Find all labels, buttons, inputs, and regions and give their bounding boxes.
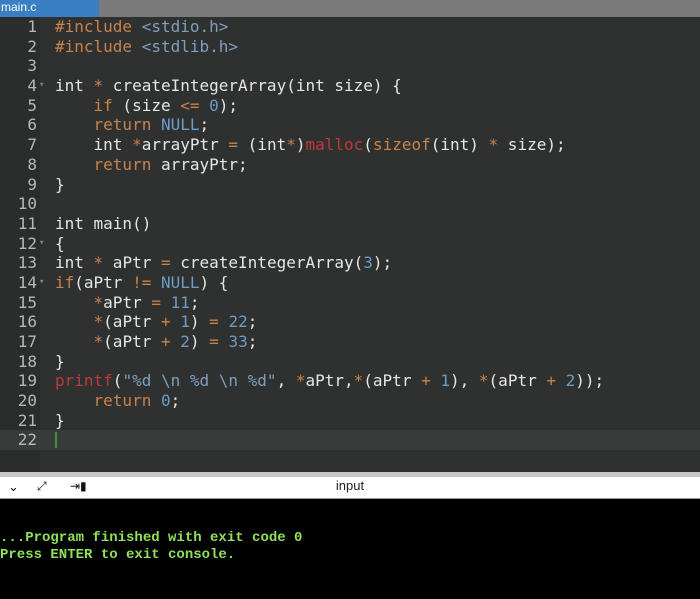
code-text: #include <stdio.h> <box>55 17 229 36</box>
line-number: 1 <box>27 17 37 36</box>
code-line[interactable]: 9} <box>0 175 700 195</box>
code-line[interactable]: 20 return 0; <box>0 391 700 411</box>
line-number: 19 <box>17 371 37 391</box>
line-number: 12 <box>17 233 37 253</box>
line-number: 3 <box>27 56 37 76</box>
code-line[interactable]: 16 *(aPtr + 1) = 22; <box>0 312 700 332</box>
code-line[interactable]: 19 printf("%d \n %d \n %d", *aPtr,*(aPtr … <box>0 371 700 391</box>
code-line[interactable]: 2 #include <stdlib.h> <box>0 37 700 57</box>
code-line[interactable]: 21} <box>0 411 700 431</box>
code-line[interactable]: 12 ▾ { <box>0 234 700 254</box>
text-cursor <box>55 432 57 449</box>
code-text: #include <stdlib.h> <box>55 36 239 56</box>
line-number: 21 <box>17 410 37 430</box>
line-number: 15 <box>17 292 37 312</box>
console-title: input <box>335 478 365 493</box>
console-toolbar: ⌄ ⤢ ⇥▮ input <box>0 477 700 499</box>
code-text: int main() <box>55 213 152 233</box>
code-line[interactable]: 4 ▾ int * createIntegerArray(int size) { <box>0 76 700 96</box>
code-line[interactable]: 22 <box>0 430 700 451</box>
line-number: 16 <box>17 312 37 332</box>
code-line[interactable]: 7 int *arrayPtr = (int*)malloc(sizeof(in… <box>0 135 700 155</box>
code-text: int *arrayPtr = (int*)malloc(sizeof(int)… <box>55 135 566 155</box>
line-number: 5 <box>27 95 37 115</box>
line-number: 7 <box>27 135 37 155</box>
console-line: Press ENTER to exit console. <box>0 547 236 563</box>
code-text: if (size <= 0); <box>93 95 239 115</box>
code-text: } <box>55 174 65 194</box>
code-text: printf("%d \n %d \n %d", *aPtr,*(aPtr + … <box>55 371 605 391</box>
line-number: 9 <box>27 174 37 194</box>
line-number: 10 <box>17 194 37 214</box>
line-number: 17 <box>17 332 37 351</box>
code-text: *aPtr = 11; <box>93 292 200 312</box>
line-number: 18 <box>17 351 37 371</box>
code-text: return 0; <box>93 391 181 411</box>
console-output[interactable]: ...Program finished with exit code 0 Pre… <box>0 499 700 599</box>
code-line[interactable]: 11 int main() <box>0 214 700 234</box>
code-text: { <box>55 233 65 253</box>
code-editor[interactable]: 1 #include <stdio.h> 2 #include <stdlib.h> 3… <box>0 17 700 472</box>
line-number: 8 <box>27 154 37 174</box>
fold-toggle-icon[interactable]: ▾ <box>39 76 44 96</box>
code-line[interactable]: 8 return arrayPtr; <box>0 155 700 175</box>
code-line[interactable]: 17 *(aPtr + 2) = 33; <box>0 332 700 352</box>
code-text: } <box>55 410 65 430</box>
code-text: } <box>55 351 65 371</box>
fold-toggle-icon[interactable]: ▾ <box>39 234 44 254</box>
fold-toggle-icon[interactable]: ▾ <box>39 273 44 293</box>
tab-bar: main.c <box>0 0 700 17</box>
code-line[interactable]: 3 <box>0 56 700 76</box>
code-text: *(aPtr + 1) = 22; <box>93 312 258 332</box>
code-line[interactable]: 1 #include <stdio.h> <box>0 17 700 37</box>
line-number: 11 <box>17 213 37 233</box>
code-line[interactable]: 15 *aPtr = 11; <box>0 293 700 313</box>
code-line[interactable]: 18} <box>0 352 700 372</box>
code-line[interactable]: 10 <box>0 194 700 214</box>
console-line: ...Program finished with exit code 0 <box>0 530 303 546</box>
line-number: 20 <box>17 391 37 411</box>
code-line[interactable]: 14 ▾ if(aPtr != NULL) { <box>0 273 700 293</box>
tab-main-c[interactable]: main.c <box>0 0 99 17</box>
code-text: int * createIntegerArray(int size) { <box>55 76 402 96</box>
code-line[interactable]: 6 return NULL; <box>0 115 700 135</box>
line-number: 2 <box>27 36 37 56</box>
line-number: 14 <box>17 272 37 292</box>
code-text: return arrayPtr; <box>93 154 248 174</box>
code-line[interactable]: 13 int * aPtr = createIntegerArray(3); <box>0 253 700 273</box>
code-line[interactable]: 5 if (size <= 0); <box>0 96 700 116</box>
code-text: int * aPtr = createIntegerArray(3); <box>55 253 393 273</box>
line-number: 13 <box>17 253 37 273</box>
line-number: 22 <box>17 430 37 450</box>
line-number: 6 <box>27 115 37 135</box>
code-text: *(aPtr + 2) = 33; <box>93 332 258 351</box>
code-text: return NULL; <box>93 115 210 135</box>
line-number: 4 <box>27 76 37 96</box>
code-lines[interactable]: 1 #include <stdio.h> 2 #include <stdlib.h> 3… <box>0 17 700 451</box>
code-text: if(aPtr != NULL) { <box>55 272 229 292</box>
